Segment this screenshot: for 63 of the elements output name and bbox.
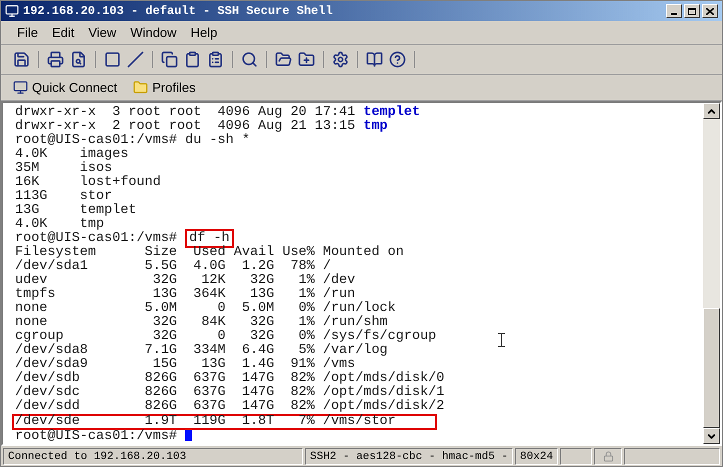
- terminal-text: none 5.0M 0 5.0M 0% /run/lock: [15, 301, 396, 316]
- save-icon[interactable]: [13, 51, 30, 68]
- status-panel: [560, 448, 592, 464]
- terminal-text: /dev/sdd 826G 637G 147G 82% /opt/mds/disk/2: [15, 399, 444, 414]
- terminal-text: 4.0K images: [15, 147, 128, 162]
- directory-name: templet: [363, 105, 420, 120]
- print-preview-icon[interactable]: [70, 51, 87, 68]
- status-text: 80x24: [515, 448, 558, 464]
- terminal-text: drwxr-xr-x 2 root root 4096 Aug 21 13:15: [15, 119, 356, 134]
- terminal-text: 13G templet: [15, 203, 137, 218]
- settings-icon[interactable]: [332, 51, 349, 68]
- maximize-icon: [688, 8, 696, 14]
- close-button[interactable]: [702, 4, 718, 18]
- print-icon[interactable]: [47, 51, 64, 68]
- terminal-text: /dev/sda8 7.1G 334M 6.4G 5% /var/log: [15, 343, 388, 358]
- terminal-text: /dev/sda1 5.5G 4.0G 1.2G 78% /: [15, 259, 331, 274]
- find-icon[interactable]: [241, 51, 258, 68]
- help-icon[interactable]: [389, 51, 406, 68]
- monitor-icon: [13, 80, 28, 95]
- terminal-text: 113G stor: [15, 189, 112, 204]
- terminal-text: root@UIS-cas01:/vms#: [15, 231, 178, 246]
- terminal-text: root@UIS-cas01:/vms# du -sh *: [15, 133, 250, 148]
- menu-item[interactable]: File: [17, 22, 38, 42]
- menu-item[interactable]: Window: [130, 22, 177, 42]
- terminal-text: root@UIS-cas01:/vms#: [15, 429, 178, 444]
- window-title: 192.168.20.103 - default - SSH Secure Shell: [23, 3, 333, 20]
- clipboard-icon[interactable]: [207, 51, 224, 68]
- minimize-button[interactable]: [666, 4, 682, 18]
- terminal-text: /dev/sde 1.9T 119G 1.8T 7% /vms/stor: [15, 414, 396, 429]
- folder-icon[interactable]: [275, 51, 292, 68]
- terminal-text: Filesystem Size Used Avail Use% Mounted on: [15, 245, 404, 260]
- menu-item[interactable]: View: [88, 22, 116, 42]
- terminal-text: none 32G 84K 32G 1% /run/shm: [15, 315, 388, 330]
- terminal-text: tmpfs 13G 364K 13G 1% /run: [15, 287, 356, 302]
- terminal-text: udev 32G 12K 32G 1% /dev: [15, 273, 356, 288]
- new-folder-icon[interactable]: [298, 51, 315, 68]
- terminal-text: /dev/sdb 826G 637G 147G 82% /opt/mds/disk/0: [15, 371, 444, 386]
- scroll-thumb[interactable]: [703, 308, 720, 428]
- app-icon: [5, 4, 19, 18]
- i-beam-cursor-icon: [498, 333, 505, 347]
- terminal-text: drwxr-xr-x 3 root root 4096 Aug 20 17:41: [15, 105, 356, 120]
- terminal-text: 4.0K tmp: [15, 217, 104, 232]
- close-icon: [706, 8, 714, 14]
- menu-item[interactable]: Edit: [52, 22, 74, 42]
- terminal-text: cgroup 32G 0 32G 0% /sys/fs/cgroup: [15, 329, 436, 344]
- scrollbar[interactable]: [703, 103, 720, 444]
- directory-name: tmp: [363, 119, 388, 134]
- folder-icon: [133, 80, 148, 95]
- terminal-text: /dev/sda9 15G 13G 1.4G 91% /vms: [15, 357, 356, 372]
- quick-connect-button[interactable]: Quick Connect: [13, 78, 118, 98]
- maximize-button[interactable]: [684, 4, 700, 18]
- status-text: SSH2 - aes128-cbc - hmac-md5 -: [305, 448, 514, 464]
- paste-icon[interactable]: [184, 51, 201, 68]
- book-icon[interactable]: [366, 51, 383, 68]
- terminal-text: /dev/sdc 826G 637G 147G 82% /opt/mds/disk/1: [15, 385, 444, 400]
- terminal-text: 16K lost+found: [15, 175, 161, 190]
- terminal-text: 35M isos: [15, 161, 112, 176]
- minimize-icon: [671, 13, 677, 15]
- status-text: Connected to 192.168.20.103: [3, 448, 303, 464]
- menu-item[interactable]: Help: [190, 22, 218, 42]
- profiles-button[interactable]: Profiles: [133, 78, 196, 98]
- lock-icon: [602, 450, 614, 462]
- copy-icon[interactable]: [161, 51, 178, 68]
